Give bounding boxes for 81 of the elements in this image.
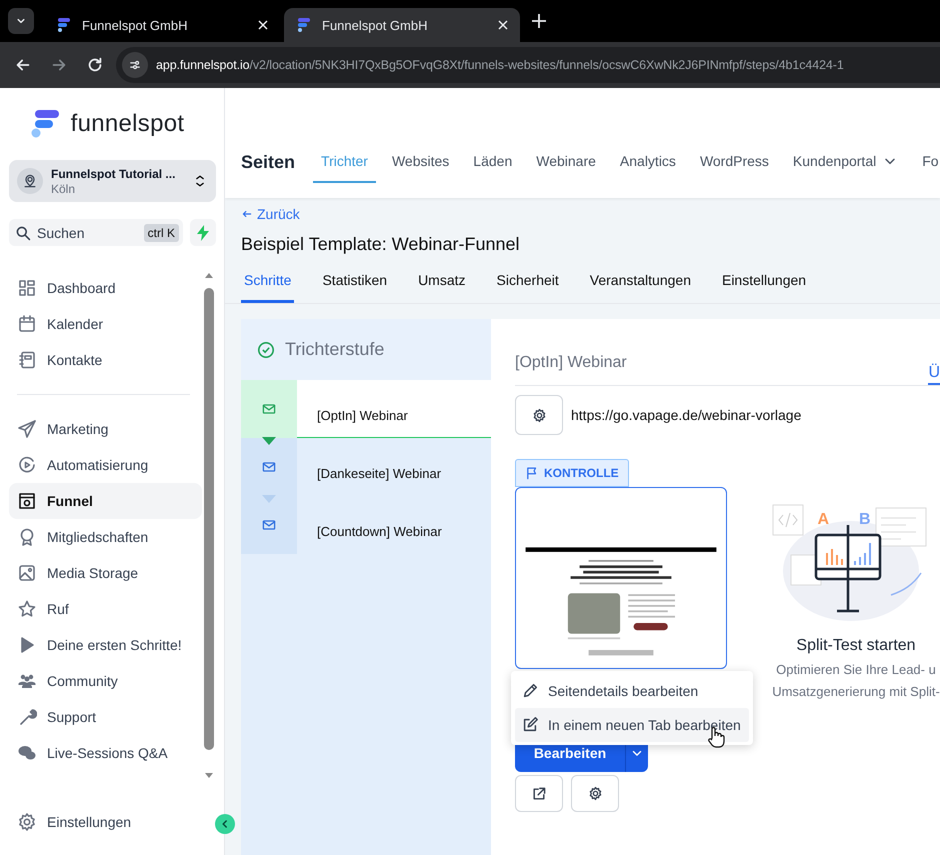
settings-icon bbox=[530, 406, 548, 424]
nav-tab[interactable]: Fo bbox=[914, 141, 940, 183]
external-link-icon bbox=[531, 786, 547, 802]
sidebar-item[interactable]: Marketing bbox=[9, 411, 202, 447]
new-tab-icon[interactable] bbox=[532, 14, 546, 28]
open-external-button[interactable] bbox=[515, 775, 563, 812]
location-switcher[interactable]: Funnelspot Tutorial ... Köln bbox=[9, 160, 216, 202]
funnel-step[interactable]: [OptIn] Webinar bbox=[297, 380, 491, 438]
funnel-tab[interactable]: Statistiken bbox=[319, 260, 390, 303]
settings-button[interactable] bbox=[571, 775, 619, 812]
funnel-tab[interactable]: Sicherheit bbox=[494, 260, 562, 303]
paper-plane-icon bbox=[17, 419, 37, 439]
address-bar[interactable]: app.funnelspot.io/v2/location/5NK3HI7QxBg5OFvqG8Xt/funnels-websites/funnels/ocswC6XwNk2J6PINmfpf/steps/4b1c4424-1 bbox=[116, 47, 940, 83]
funnelspot-favicon-icon bbox=[296, 17, 312, 33]
browser-tab[interactable]: Funnelspot GmbH bbox=[284, 8, 520, 42]
check-circle-icon bbox=[257, 340, 275, 358]
sliders-icon bbox=[128, 58, 142, 72]
nav-tab[interactable]: WordPress bbox=[692, 141, 777, 183]
nav-tab[interactable]: Läden bbox=[465, 141, 520, 183]
page-url[interactable]: https://go.vapage.de/webinar-vorlage bbox=[571, 407, 802, 423]
sidebar-item[interactable]: Automatisierung bbox=[9, 447, 202, 483]
pointer-triangle bbox=[262, 437, 276, 445]
sidebar-item[interactable]: Deine ersten Schritte! bbox=[9, 627, 202, 663]
browser-window-icon bbox=[17, 491, 37, 511]
settings-button[interactable] bbox=[515, 395, 563, 435]
grid-icon bbox=[17, 278, 37, 298]
sidebar-item[interactable]: Community bbox=[9, 663, 202, 699]
sidebar-item[interactable]: Live-Sessions Q&A bbox=[9, 735, 202, 771]
pointer-triangle bbox=[262, 495, 276, 503]
split-test-title: Split-Test starten bbox=[796, 637, 916, 655]
location-pin-icon bbox=[22, 173, 38, 189]
flag-icon bbox=[525, 466, 539, 480]
settings-item[interactable]: Einstellungen bbox=[9, 804, 216, 840]
sidebar-item[interactable]: Support bbox=[9, 699, 202, 735]
nav-tab[interactable]: Kundenportal bbox=[784, 141, 906, 183]
search-icon bbox=[15, 224, 31, 240]
sidebar-item[interactable]: Dashboard bbox=[9, 270, 202, 306]
funnel-title: Beispiel Template: Webinar-Funnel bbox=[241, 234, 520, 255]
image-icon bbox=[17, 563, 37, 583]
back-link[interactable]: Zurück bbox=[241, 206, 300, 222]
collapse-sidebar-button[interactable] bbox=[215, 814, 235, 834]
play-circle-icon bbox=[17, 455, 37, 475]
funnel-tab[interactable]: Einstellungen bbox=[718, 260, 810, 303]
logo-text: funnelspot bbox=[70, 110, 184, 138]
nav-tab[interactable]: Websites bbox=[384, 141, 458, 183]
section-title: Seiten bbox=[241, 152, 296, 172]
close-icon[interactable] bbox=[498, 20, 508, 30]
close-icon[interactable] bbox=[258, 20, 268, 30]
control-badge: KONTROLLE bbox=[515, 459, 629, 487]
funnel-tab[interactable]: Umsatz bbox=[415, 260, 469, 303]
site-settings-button[interactable] bbox=[122, 52, 148, 78]
variant-label: A bbox=[817, 511, 829, 529]
split-test-description: Optimieren Sie Ihre Lead- u Umsatzgenerierung mit Split- bbox=[772, 661, 940, 701]
funnelspot-favicon-icon bbox=[56, 17, 72, 33]
pencil-icon bbox=[521, 682, 539, 700]
calendar-icon bbox=[17, 314, 37, 334]
tab-search-button[interactable] bbox=[8, 8, 34, 34]
lightning-icon bbox=[196, 224, 210, 240]
logo-icon bbox=[30, 110, 61, 138]
notebook-icon bbox=[17, 350, 37, 370]
sidebar-item[interactable]: Kalender bbox=[9, 306, 202, 342]
funnel-tab[interactable]: Veranstaltungen bbox=[586, 260, 694, 303]
panel-tab[interactable]: Ü bbox=[928, 319, 940, 385]
sidebar-item[interactable]: Media Storage bbox=[9, 555, 202, 591]
variant-label: B bbox=[859, 511, 871, 529]
sidebar-item[interactable]: Kontakte bbox=[9, 342, 202, 378]
steps-header: Trichterstufe bbox=[241, 319, 491, 380]
nav-tab[interactable]: Webinare bbox=[528, 141, 604, 183]
sidebar-item[interactable]: Ruf bbox=[9, 591, 202, 627]
reload-icon[interactable] bbox=[86, 56, 104, 74]
funnel-tab[interactable]: Schritte bbox=[241, 260, 294, 303]
sidebar-item[interactable]: Mitgliedschaften bbox=[9, 519, 202, 555]
arrow-left-icon bbox=[241, 208, 253, 220]
nav-tab[interactable]: Analytics bbox=[612, 141, 684, 183]
settings-icon bbox=[586, 785, 604, 802]
sidebar-item[interactable]: Funnel bbox=[9, 483, 202, 519]
step-title: [OptIn] Webinar bbox=[515, 353, 627, 372]
settings-icon bbox=[17, 812, 37, 832]
search-field[interactable]: Suchen ctrl K bbox=[9, 219, 183, 246]
menu-item[interactable]: Seitendetails bearbeiten bbox=[515, 674, 749, 708]
star-icon bbox=[17, 599, 37, 619]
